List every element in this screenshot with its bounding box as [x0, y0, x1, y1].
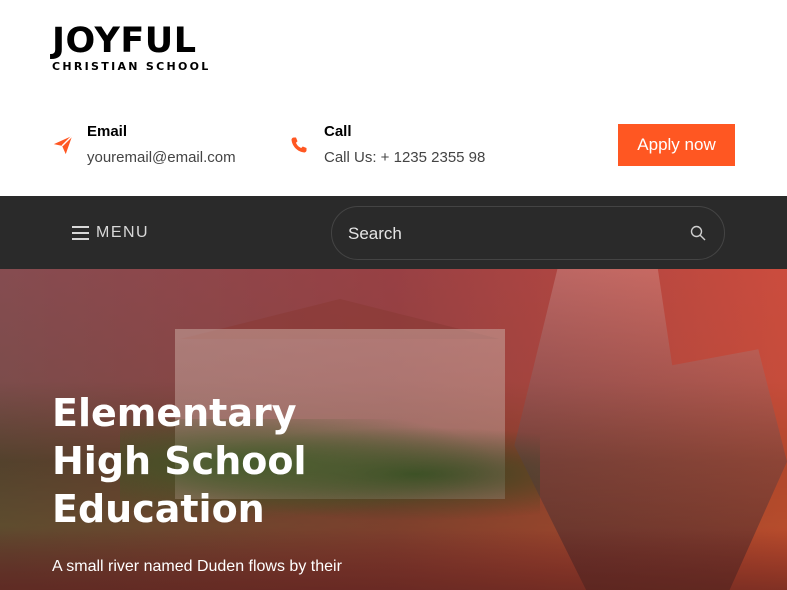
- contact-email: Email youremail@email.com: [52, 122, 236, 168]
- menu-label: MENU: [96, 224, 150, 241]
- hero-title-line: Education: [52, 487, 265, 531]
- hero-title-line: Elementary: [52, 391, 297, 435]
- contact-call-text: Call Call Us: + 1235 2355 98: [324, 122, 485, 168]
- apply-now-button[interactable]: Apply now: [618, 124, 735, 166]
- hamburger-icon: [72, 226, 89, 240]
- contact-call-value[interactable]: Call Us: + 1235 2355 98: [324, 148, 485, 168]
- nav-bar: MENU: [0, 196, 787, 269]
- contact-call: Call Call Us: + 1235 2355 98: [290, 122, 485, 168]
- search-box: [331, 206, 725, 260]
- contact-email-value[interactable]: youremail@email.com: [87, 148, 236, 168]
- logo[interactable]: JOYFUL CHRISTIAN SCHOOL: [52, 22, 211, 73]
- contact-email-title: Email: [87, 123, 128, 140]
- contact-email-text: Email youremail@email.com: [87, 122, 236, 168]
- search-input[interactable]: [348, 217, 668, 251]
- search-icon[interactable]: [690, 225, 706, 241]
- logo-sub-text: CHRISTIAN SCHOOL: [52, 60, 211, 73]
- top-header: JOYFUL CHRISTIAN SCHOOL Email youremail@…: [0, 0, 787, 196]
- menu-button[interactable]: MENU: [72, 224, 149, 242]
- hero-title-line: High School: [52, 439, 307, 483]
- paper-plane-icon: [53, 135, 73, 155]
- logo-main-text: JOYFUL: [52, 21, 197, 61]
- hero-section: Elementary High School Education A small…: [0, 269, 787, 590]
- hero-title: Elementary High School Education: [52, 389, 307, 533]
- phone-icon: [291, 137, 307, 153]
- hero-description: A small river named Duden flows by their: [52, 558, 342, 575]
- contact-call-title: Call: [324, 123, 352, 140]
